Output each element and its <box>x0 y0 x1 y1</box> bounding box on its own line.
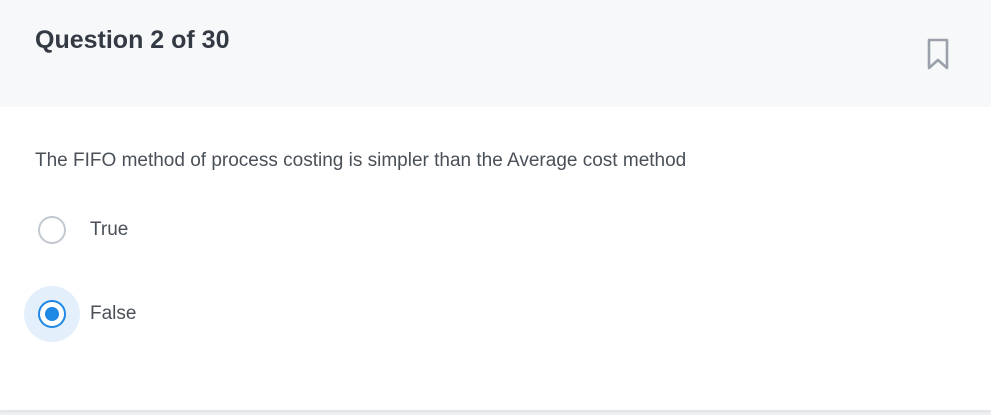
option-label-true: True <box>90 219 129 240</box>
question-header: Question 2 of 30 <box>0 0 991 107</box>
bookmark-icon[interactable] <box>924 37 952 71</box>
option-true[interactable]: True <box>24 202 424 258</box>
option-label-false: False <box>90 303 137 324</box>
question-text: The FIFO method of process costing is si… <box>35 150 687 171</box>
question-card: Question 2 of 30 The FIFO method of proc… <box>0 0 991 410</box>
option-false[interactable]: False <box>24 286 424 342</box>
radio-selected-dot <box>45 307 59 321</box>
radio-false[interactable] <box>38 300 66 328</box>
radio-true[interactable] <box>38 216 66 244</box>
question-counter: Question 2 of 30 <box>35 26 230 54</box>
radio-halo <box>24 202 80 258</box>
radio-halo-selected <box>24 286 80 342</box>
